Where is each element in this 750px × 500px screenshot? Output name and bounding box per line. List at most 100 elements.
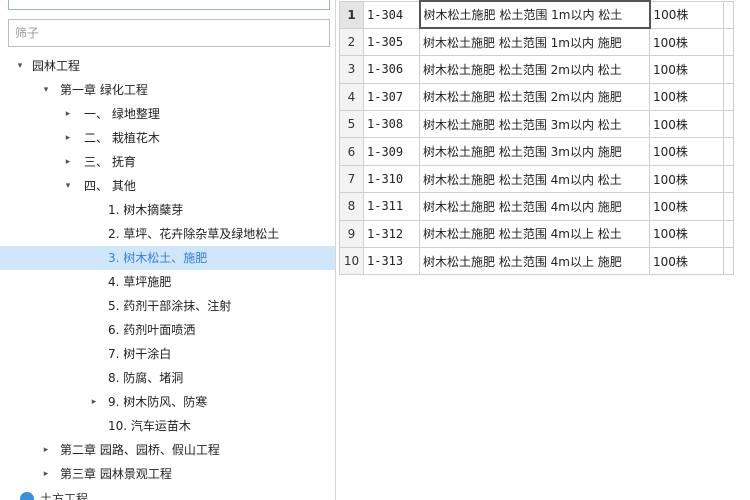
tree-node-9[interactable]: 4. 草坪施肥 xyxy=(0,270,335,294)
code-cell[interactable]: 1-311 xyxy=(363,192,420,221)
tree-node-11[interactable]: 6. 药剂叶面喷洒 xyxy=(0,318,335,342)
table-row[interactable]: 4 1-307 树木松土施肥 松土范围 2m以内 施肥 100株 xyxy=(339,82,734,112)
tree-node-1[interactable]: ▾ 第一章 绿化工程 xyxy=(0,78,335,102)
tree-node-16[interactable]: ▸ 第二章 园路、园桥、假山工程 xyxy=(0,438,335,462)
name-cell[interactable]: 树木松土施肥 松土范围 3m以内 松土 xyxy=(419,110,650,139)
tree-node-label: 第二章 园路、园桥、假山工程 xyxy=(60,443,220,457)
tree-node-label: 四、 其他 xyxy=(84,179,136,193)
extra-cell[interactable] xyxy=(723,192,734,221)
tree-node-17[interactable]: ▸ 第三章 园林景观工程 xyxy=(0,462,335,486)
row-number-cell[interactable]: 7 xyxy=(339,164,364,194)
tree-node-0[interactable]: ▾ 园林工程 xyxy=(0,54,335,78)
code-cell[interactable]: 1-304 xyxy=(363,0,420,29)
tree-node-8[interactable]: 3. 树木松土、施肥 xyxy=(0,246,335,270)
code-cell[interactable]: 1-310 xyxy=(363,164,420,194)
unit-cell[interactable]: 100株 xyxy=(649,192,724,221)
row-number-cell[interactable]: 3 xyxy=(339,55,364,84)
row-number-cell[interactable]: 2 xyxy=(339,27,364,57)
extra-cell[interactable] xyxy=(723,164,734,194)
tree-node-7[interactable]: 2. 草坪、花卉除杂草及绿地松土 xyxy=(0,222,335,246)
unit-cell[interactable]: 100株 xyxy=(649,27,724,57)
table-row[interactable]: 9 1-312 树木松土施肥 松土范围 4m以上 松土 100株 xyxy=(339,219,734,249)
row-number-cell[interactable]: 10 xyxy=(339,247,364,276)
unit-cell[interactable]: 100株 xyxy=(649,164,724,194)
code-cell[interactable]: 1-306 xyxy=(363,55,420,84)
row-number-cell[interactable]: 4 xyxy=(339,82,364,112)
table-row[interactable]: 2 1-305 树木松土施肥 松土范围 1m以内 施肥 100株 xyxy=(339,27,734,57)
tree-node-3[interactable]: ▸ 二、 栽植花木 xyxy=(0,126,335,150)
tree-node-13[interactable]: 8. 防腐、堵洞 xyxy=(0,366,335,390)
tree-node-label: 9. 树木防风、防寒 xyxy=(108,395,208,409)
tree-node-6[interactable]: 1. 树木摘蘖芽 xyxy=(0,198,335,222)
name-cell[interactable]: 树木松土施肥 松土范围 4m以上 松土 xyxy=(419,219,650,249)
row-number-cell[interactable]: 9 xyxy=(339,219,364,249)
extra-cell[interactable] xyxy=(723,27,734,57)
row-number-cell[interactable]: 1 xyxy=(339,0,364,29)
code-cell[interactable]: 1-309 xyxy=(363,137,420,166)
row-number-cell[interactable]: 6 xyxy=(339,137,364,166)
name-cell[interactable]: 树木松土施肥 松土范围 3m以内 施肥 xyxy=(419,137,650,166)
row-number-cell[interactable]: 5 xyxy=(339,110,364,139)
tree-node-label: 一、 绿地整理 xyxy=(84,107,160,121)
tree-node-4[interactable]: ▸ 三、 抚育 xyxy=(0,150,335,174)
name-cell[interactable]: 树木松土施肥 松土范围 2m以内 施肥 xyxy=(419,82,650,112)
table-row[interactable]: 3 1-306 树木松土施肥 松土范围 2m以内 松土 100株 xyxy=(339,55,734,84)
name-cell[interactable]: 树木松土施肥 松土范围 2m以内 松土 xyxy=(419,55,650,84)
expand-arrow-icon[interactable]: ▾ xyxy=(14,54,26,78)
name-cell[interactable]: 树木松土施肥 松土范围 1m以内 施肥 xyxy=(419,27,650,57)
unit-cell[interactable]: 100株 xyxy=(649,110,724,139)
unit-cell[interactable]: 100株 xyxy=(649,0,724,29)
extra-cell[interactable] xyxy=(723,55,734,84)
code-cell[interactable]: 1-313 xyxy=(363,247,420,276)
tree-node-15[interactable]: 10. 汽车运苗木 xyxy=(0,414,335,438)
unit-cell[interactable]: 100株 xyxy=(649,137,724,166)
code-cell[interactable]: 1-308 xyxy=(363,110,420,139)
quota-grid: 1 1-304 树木松土施肥 松土范围 1m以内 松土 100株 2 1-305 树木松土施… xyxy=(339,0,734,276)
tree-node-label: 二、 栽植花木 xyxy=(84,131,160,145)
expand-arrow-icon[interactable]: ▸ xyxy=(62,126,74,150)
extra-cell[interactable] xyxy=(723,219,734,249)
expand-arrow-icon[interactable]: ▸ xyxy=(62,102,74,126)
extra-cell[interactable] xyxy=(723,137,734,166)
table-row[interactable]: 8 1-311 树木松土施肥 松土范围 4m以内 施肥 100株 xyxy=(339,192,734,221)
extra-cell[interactable] xyxy=(723,82,734,112)
tree-node-14[interactable]: ▸ 9. 树木防风、防寒 xyxy=(0,390,335,414)
expand-arrow-icon[interactable]: ▾ xyxy=(40,78,52,102)
expand-arrow-icon[interactable]: ▸ xyxy=(40,462,52,486)
table-row[interactable]: 10 1-313 树木松土施肥 松土范围 4m以上 施肥 100株 xyxy=(339,247,734,276)
extra-cell[interactable] xyxy=(723,110,734,139)
tree-node-label: 2. 草坪、花卉除杂草及绿地松土 xyxy=(108,227,280,241)
bottom-tree-item[interactable]: 土方工程 xyxy=(14,490,174,500)
tree-node-10[interactable]: 5. 药剂干部涂抹、注射 xyxy=(0,294,335,318)
table-row[interactable]: 6 1-309 树木松土施肥 松土范围 3m以内 施肥 100株 xyxy=(339,137,734,166)
unit-cell[interactable]: 100株 xyxy=(649,247,724,276)
code-cell[interactable]: 1-312 xyxy=(363,219,420,249)
unit-cell[interactable]: 100株 xyxy=(649,82,724,112)
row-number-cell[interactable]: 8 xyxy=(339,192,364,221)
code-cell[interactable]: 1-307 xyxy=(363,82,420,112)
top-field[interactable] xyxy=(8,0,330,10)
tree-node-5[interactable]: ▾ 四、 其他 xyxy=(0,174,335,198)
tree-node-label: 第三章 园林景观工程 xyxy=(60,467,172,481)
name-cell[interactable]: 树木松土施肥 松土范围 4m以上 施肥 xyxy=(419,247,650,276)
table-row[interactable]: 7 1-310 树木松土施肥 松土范围 4m以内 松土 100株 xyxy=(339,164,734,194)
tree-node-2[interactable]: ▸ 一、 绿地整理 xyxy=(0,102,335,126)
tree-node-12[interactable]: 7. 树干涂白 xyxy=(0,342,335,366)
unit-cell[interactable]: 100株 xyxy=(649,219,724,249)
name-cell[interactable]: 树木松土施肥 松土范围 4m以内 松土 xyxy=(419,164,650,194)
name-cell[interactable]: 树木松土施肥 松土范围 1m以内 松土 xyxy=(418,0,651,30)
expand-arrow-icon[interactable]: ▸ xyxy=(88,390,100,414)
expand-arrow-icon[interactable]: ▸ xyxy=(40,438,52,462)
unit-cell[interactable]: 100株 xyxy=(649,55,724,84)
extra-cell[interactable] xyxy=(723,0,734,29)
quota-grid-pane: 1 1-304 树木松土施肥 松土范围 1m以内 松土 100株 2 1-305 树木松土施… xyxy=(337,0,750,500)
filter-input[interactable] xyxy=(9,20,329,46)
extra-cell[interactable] xyxy=(723,247,734,276)
expand-arrow-icon[interactable]: ▾ xyxy=(62,174,74,198)
table-row[interactable]: 5 1-308 树木松土施肥 松土范围 3m以内 松土 100株 xyxy=(339,110,734,139)
name-cell[interactable]: 树木松土施肥 松土范围 4m以内 施肥 xyxy=(419,192,650,221)
tree-node-label: 1. 树木摘蘖芽 xyxy=(108,203,184,217)
table-row[interactable]: 1 1-304 树木松土施肥 松土范围 1m以内 松土 100株 xyxy=(339,0,734,30)
expand-arrow-icon[interactable]: ▸ xyxy=(62,150,74,174)
code-cell[interactable]: 1-305 xyxy=(363,27,420,57)
